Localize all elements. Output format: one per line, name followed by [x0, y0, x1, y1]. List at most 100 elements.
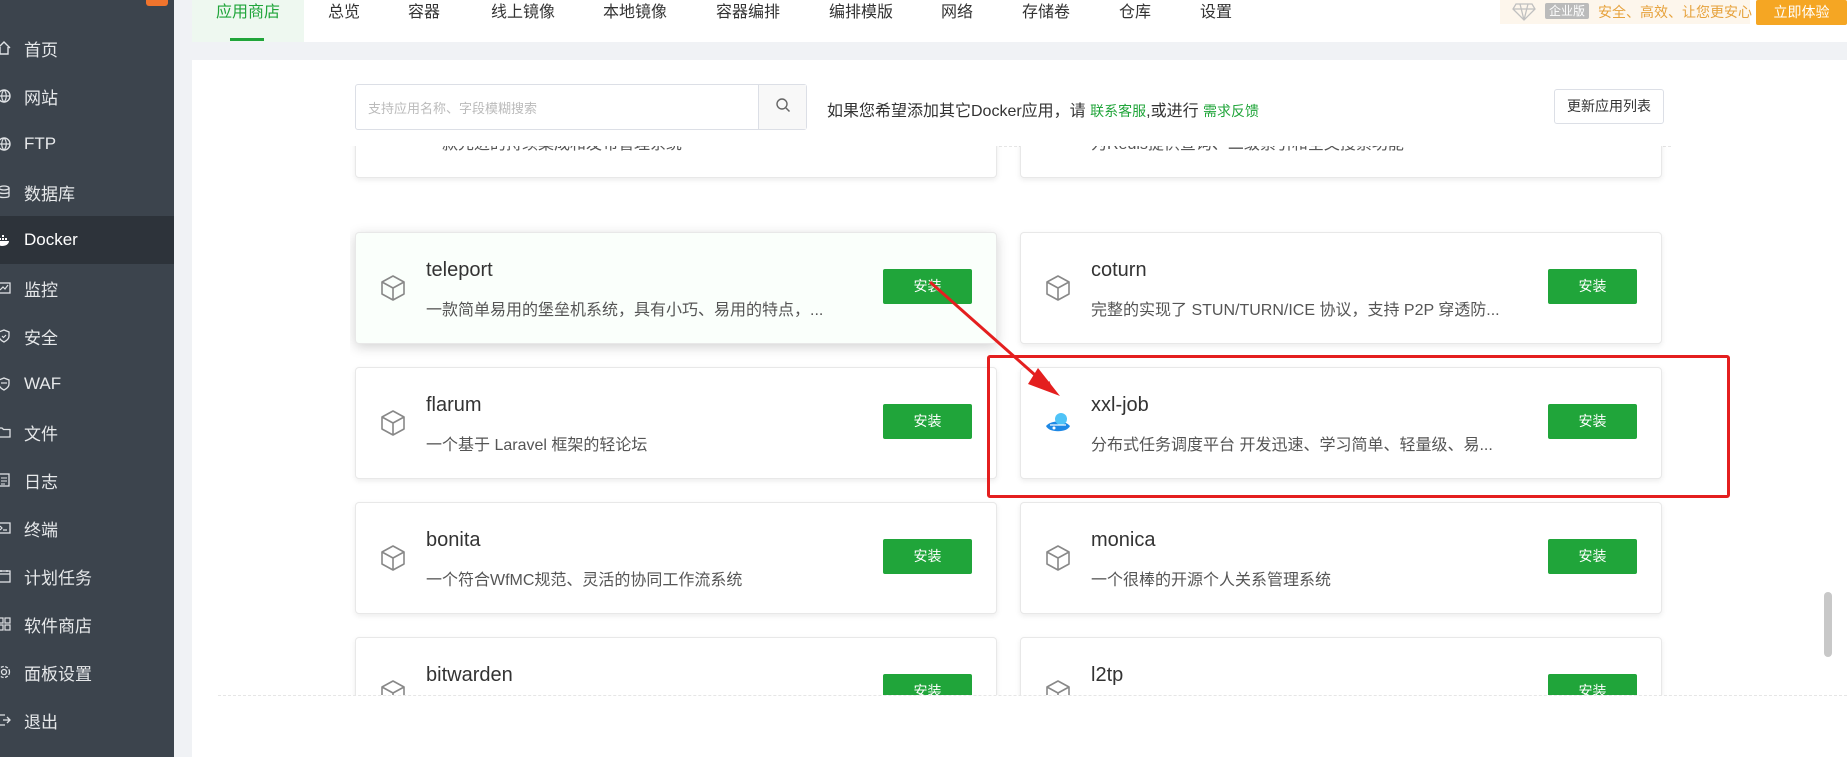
app-title: l2tp	[1091, 664, 1124, 686]
app-card-bitwarden[interactable]: bitwarden 安装	[355, 637, 997, 695]
cube-icon	[378, 543, 408, 573]
enterprise-slogan: 安全、高效、让您更安心	[1598, 4, 1752, 20]
sidebar-item-label: 终端	[24, 520, 58, 540]
app-card-monica[interactable]: monica 一个很棒的开源个人关系管理系统 安装	[1020, 502, 1662, 614]
sidebar-item-ftp[interactable]: FTP	[0, 120, 174, 168]
sidebar-item-logs[interactable]: 日志	[0, 456, 174, 504]
tab-online-images[interactable]: 线上镜像	[491, 0, 555, 42]
app-card: 为Redis提供查询、二级索引和全文搜索功能	[1020, 146, 1662, 178]
app-title: bitwarden	[426, 664, 513, 686]
sidebar-item-docker[interactable]: Docker	[0, 216, 174, 264]
divider	[218, 695, 1847, 696]
app-title: coturn	[1091, 259, 1147, 281]
monitor-icon	[0, 280, 12, 296]
tab-volumes[interactable]: 存储卷	[1022, 0, 1070, 42]
hint-text: 如果您希望添加其它Docker应用，请	[827, 103, 1086, 120]
folder-icon	[0, 424, 12, 440]
sidebar-item-monitor[interactable]: 监控	[0, 264, 174, 312]
sidebar-item-website[interactable]: 网站	[0, 72, 174, 120]
install-button[interactable]: 安装	[883, 404, 972, 439]
app-title: teleport	[426, 259, 493, 281]
app-description: 一个很棒的开源个人关系管理系统	[1091, 572, 1332, 589]
sidebar-item-home[interactable]: 首页	[0, 24, 174, 72]
contact-support-link[interactable]: 联系客服	[1090, 103, 1146, 119]
sidebar-item-label: 数据库	[24, 184, 75, 204]
app-title: bonita	[426, 529, 481, 551]
diamond-icon	[1512, 1, 1536, 21]
sidebar-item-label: 监控	[24, 280, 58, 300]
install-button[interactable]: 安装	[883, 674, 972, 695]
install-button[interactable]: 安装	[1548, 269, 1637, 304]
sidebar-item-database[interactable]: 数据库	[0, 168, 174, 216]
terminal-icon	[0, 520, 12, 536]
tab-containers[interactable]: 容器	[408, 0, 440, 42]
app-description: 一个基于 Laravel 框架的轻论坛	[426, 437, 648, 454]
exit-icon	[0, 712, 12, 728]
sidebar-item-label: FTP	[24, 134, 57, 153]
sidebar-item-logout[interactable]: 退出	[0, 696, 174, 744]
app-description: 一款先进的持续集成和发布管理系统	[426, 146, 682, 154]
cube-icon	[378, 678, 408, 695]
sidebar-item-label: WAF	[24, 374, 62, 393]
grid-icon	[0, 616, 12, 632]
app-card-teleport[interactable]: teleport 一款简单易用的堡垒机系统，具有小巧、易用的特点，... 安装	[355, 232, 997, 344]
tab-app-store[interactable]: 应用商店	[216, 0, 280, 42]
tab-settings[interactable]: 设置	[1200, 0, 1232, 42]
feedback-link[interactable]: 需求反馈	[1203, 103, 1259, 119]
tab-compose[interactable]: 容器编排	[716, 0, 780, 42]
install-button[interactable]: 安装	[883, 539, 972, 574]
globe-icon	[0, 136, 12, 152]
globe-icon	[0, 88, 12, 104]
app-description: 为Redis提供查询、二级索引和全文搜索功能	[1091, 146, 1404, 154]
cube-icon	[378, 408, 408, 438]
annotation-highlight-box	[987, 355, 1730, 498]
sidebar-item-label: 计划任务	[24, 568, 92, 588]
tab-local-images[interactable]: 本地镜像	[603, 0, 667, 42]
app-card-bonita[interactable]: bonita 一个符合WfMC规范、灵活的协同工作流系统 安装	[355, 502, 997, 614]
sidebar-item-terminal[interactable]: 终端	[0, 504, 174, 552]
app-card-l2tp[interactable]: l2tp 安装	[1020, 637, 1662, 695]
app-description: 一个符合WfMC规范、灵活的协同工作流系统	[426, 572, 743, 589]
sidebar-item-cron[interactable]: 计划任务	[0, 552, 174, 600]
sidebar-item-label: Docker	[24, 230, 78, 249]
tab-registry[interactable]: 仓库	[1119, 0, 1151, 42]
app-card-flarum[interactable]: flarum 一个基于 Laravel 框架的轻论坛 安装	[355, 367, 997, 479]
search-input[interactable]: 支持应用名称、字段模糊搜索	[368, 98, 537, 117]
tab-overview[interactable]: 总览	[328, 0, 360, 42]
gear-icon	[0, 664, 12, 680]
app-title: flarum	[426, 394, 482, 416]
active-tab-indicator	[230, 38, 264, 41]
sidebar-item-label: 面板设置	[24, 664, 92, 684]
search-box[interactable]: 支持应用名称、字段模糊搜索	[355, 84, 807, 130]
sidebar: 首页 网站 FTP 数据库 Docker 监控 安全 WAF 文件 日志 终端	[0, 0, 174, 757]
install-button[interactable]: 安装	[1548, 539, 1637, 574]
app-title: monica	[1091, 529, 1156, 551]
app-description: 一款简单易用的堡垒机系统，具有小巧、易用的特点，...	[426, 302, 824, 319]
sidebar-item-files[interactable]: 文件	[0, 408, 174, 456]
scrollbar[interactable]	[1824, 592, 1832, 657]
sidebar-item-app-store[interactable]: 软件商店	[0, 600, 174, 648]
search-button[interactable]	[758, 85, 806, 129]
search-icon	[775, 97, 791, 118]
sidebar-item-label: 日志	[24, 472, 58, 492]
log-icon	[0, 472, 12, 488]
refresh-app-list-button[interactable]: 更新应用列表	[1554, 89, 1664, 124]
docker-icon	[0, 232, 12, 248]
sidebar-item-label: 软件商店	[24, 616, 92, 636]
sidebar-item-waf[interactable]: WAF	[0, 360, 174, 408]
notification-badge[interactable]	[146, 0, 168, 6]
hint-middle: ,或进行	[1146, 103, 1199, 120]
sidebar-item-panel-settings[interactable]: 面板设置	[0, 648, 174, 696]
cube-icon	[1043, 543, 1073, 573]
sidebar-item-security[interactable]: 安全	[0, 312, 174, 360]
sidebar-item-label: 网站	[24, 88, 58, 108]
sidebar-item-label: 退出	[24, 712, 58, 732]
install-button[interactable]: 安装	[1548, 674, 1637, 695]
install-button[interactable]: 安装	[883, 269, 972, 304]
tab-network[interactable]: 网络	[941, 0, 973, 42]
cube-icon	[1043, 678, 1073, 695]
try-now-button[interactable]: 立即体验	[1756, 0, 1847, 25]
sidebar-item-label: 首页	[24, 40, 58, 60]
tab-compose-templates[interactable]: 编排模版	[829, 0, 893, 42]
app-card-coturn[interactable]: coturn 完整的实现了 STUN/TURN/ICE 协议，支持 P2P 穿透…	[1020, 232, 1662, 344]
